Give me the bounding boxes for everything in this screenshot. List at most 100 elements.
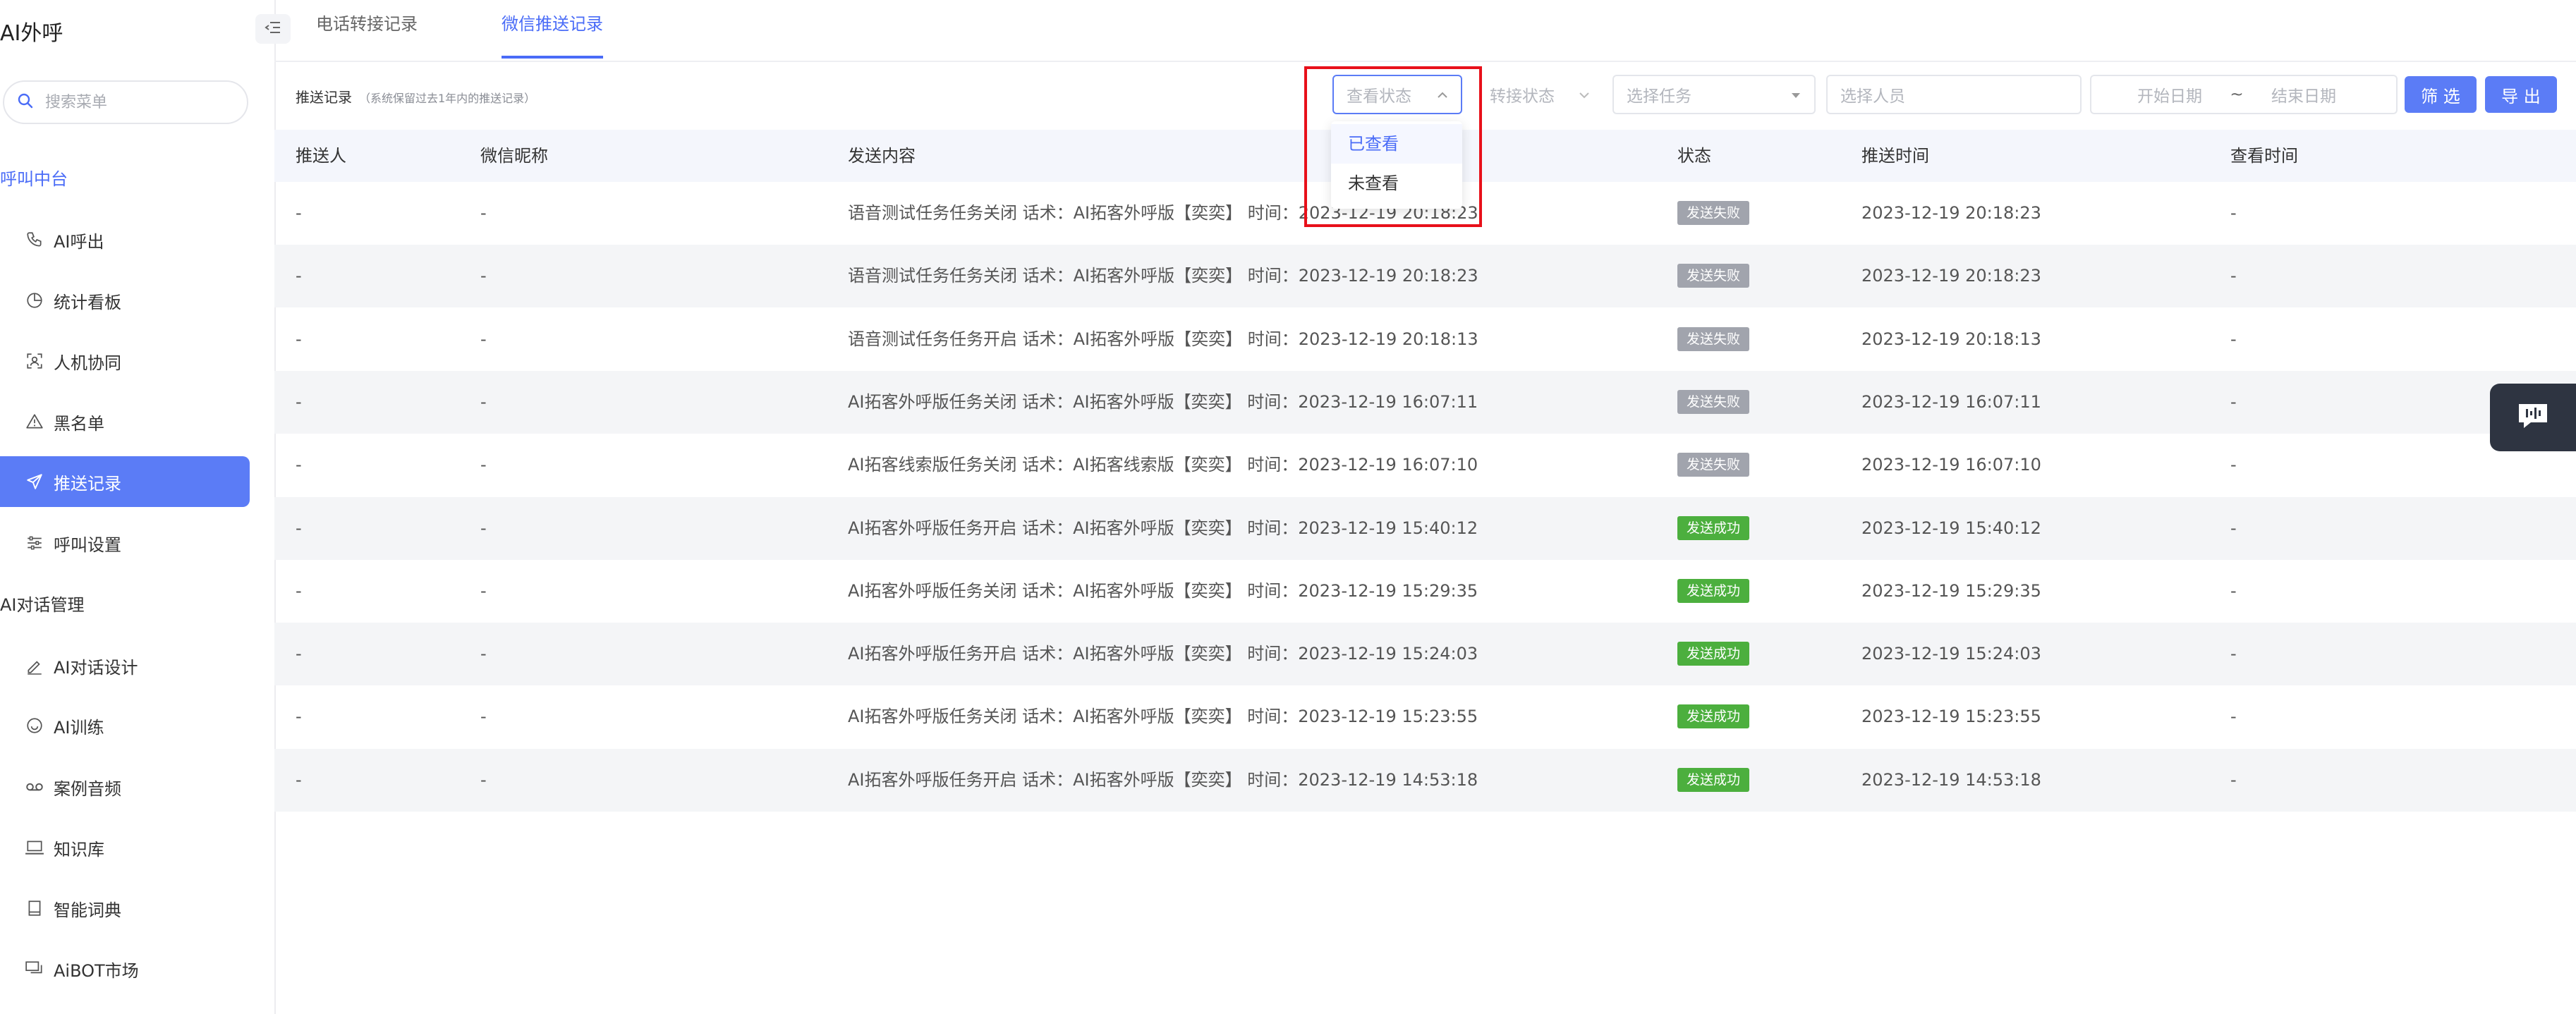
cell-content: AI拓客外呼版任务关闭 话术：AI拓客外呼版【奕奕】 时间：2023-12-19… (848, 707, 1478, 726)
transfer-status-select[interactable]: 转接状态 (1477, 75, 1603, 114)
tab-wechat-push-records[interactable]: 微信推送记录 (502, 10, 603, 59)
cell-pusher: - (296, 203, 302, 223)
chat-support-icon (2517, 402, 2549, 433)
view-status-select[interactable]: 查看状态 (1332, 75, 1462, 114)
cell-view-time: - (2230, 770, 2237, 790)
column-header-view-time: 查看时间 (2230, 146, 2298, 166)
cell-nickname: - (480, 266, 487, 286)
cell-nickname: - (480, 455, 487, 475)
section-title: 推送记录 （系统保留过去1年内的推送记录） (296, 86, 535, 106)
sidebar-item-label: AI训练 (54, 717, 104, 738)
menu-search-input[interactable] (44, 92, 223, 112)
filter-button[interactable]: 筛 选 (2405, 76, 2477, 113)
sidebar-item-aibot-market[interactable]: AiBOT市场 (0, 943, 250, 994)
floating-support-button[interactable] (2490, 384, 2576, 451)
cell-content: AI拓客外呼版任务关闭 话术：AI拓客外呼版【奕奕】 时间：2023-12-19… (848, 581, 1478, 601)
sidebar-item-knowledge-base[interactable]: 知识库 (0, 822, 250, 873)
column-header-push-time: 推送时间 (1861, 146, 1929, 166)
tab-call-transfer-records[interactable]: 电话转接记录 (316, 10, 418, 56)
dropdown-option-not-viewed[interactable]: 未查看 (1331, 164, 1462, 203)
sidebar-item-label: AI呼出 (54, 231, 104, 252)
cell-content: AI拓客外呼版任务开启 话术：AI拓客外呼版【奕奕】 时间：2023-12-19… (848, 518, 1478, 538)
task-select[interactable]: 选择任务 (1612, 75, 1816, 114)
status-badge: 发送成功 (1677, 516, 1750, 540)
sidebar-item-push-records[interactable]: 推送记录 (0, 456, 250, 507)
group-title-call-center[interactable]: 呼叫中台 (0, 165, 68, 190)
cell-view-time: - (2230, 455, 2237, 475)
sidebar-item-case-audio[interactable]: 案例音频 (0, 762, 250, 812)
end-date-input[interactable]: 结束日期 (2251, 83, 2357, 106)
sidebar-item-blacklist[interactable]: 黑名单 (0, 396, 250, 447)
cell-push-time: 2023-12-19 15:24:03 (1861, 644, 2041, 664)
sidebar-item-label: AI对话设计 (54, 657, 138, 678)
status-badge: 发送成功 (1677, 768, 1750, 792)
cell-nickname: - (480, 392, 487, 412)
status-badge: 发送失败 (1677, 390, 1750, 414)
group-title-ai-dialog[interactable]: AI对话管理 (0, 591, 85, 616)
status-badge: 发送失败 (1677, 264, 1750, 288)
cell-pusher: - (296, 644, 302, 664)
export-button[interactable]: 导 出 (2485, 76, 2557, 113)
cell-nickname: - (480, 329, 487, 349)
caret-down-icon (1790, 85, 1802, 104)
cell-nickname: - (480, 707, 487, 726)
cell-push-time: 2023-12-19 16:07:10 (1861, 455, 2041, 475)
cell-push-time: 2023-12-19 20:18:23 (1861, 203, 2041, 223)
chevron-up-icon (1437, 85, 1448, 104)
pen-icon (24, 655, 45, 676)
book-icon (24, 898, 45, 919)
sidebar-item-human-ai[interactable]: 人机协同 (0, 336, 250, 386)
column-header-nickname: 微信昵称 (480, 146, 548, 166)
cell-view-time: - (2230, 329, 2237, 349)
menu-search[interactable] (3, 80, 248, 124)
sidebar-item-stats-board[interactable]: 统计看板 (0, 275, 250, 326)
record-tabs: 电话转接记录 微信推送记录 (274, 0, 2576, 62)
section-title-label: 推送记录 (296, 89, 352, 106)
date-range-picker[interactable]: 开始日期 ~ 结束日期 (2090, 75, 2398, 114)
cell-content: AI拓客线索版任务关闭 话术：AI拓客线索版【奕奕】 时间：2023-12-19… (848, 455, 1478, 475)
pie-chart-icon (24, 290, 45, 311)
sidebar-item-ai-training[interactable]: AI训练 (0, 700, 250, 751)
cell-push-time: 2023-12-19 16:07:11 (1861, 392, 2041, 412)
table-row: - - 语音测试任务任务开启 话术：AI拓客外呼版【奕奕】 时间：2023-12-1… (274, 308, 2576, 371)
sidebar-item-label: 统计看板 (54, 292, 121, 312)
cell-content: 语音测试任务任务开启 话术：AI拓客外呼版【奕奕】 时间：2023-12-19 … (848, 329, 1478, 349)
cell-view-time: - (2230, 707, 2237, 726)
task-placeholder: 选择任务 (1627, 87, 1691, 106)
person-select[interactable]: 选择人员 (1826, 75, 2082, 114)
sidebar: AI外呼 呼叫中台 AI呼出 统计看板 人机协同 黑名单 推送记录 (0, 0, 276, 1014)
app-title: AI外呼 (0, 21, 63, 46)
cell-push-time: 2023-12-19 15:23:55 (1861, 707, 2041, 726)
sidebar-item-call-settings[interactable]: 呼叫设置 (0, 518, 250, 568)
cell-content: 语音测试任务任务关闭 话术：AI拓客外呼版【奕奕】 时间：2023-12-19 … (848, 266, 1478, 286)
table-row: - - 语音测试任务任务关闭 话术：AI拓客外呼版【奕奕】 时间：2023-12-1… (274, 245, 2576, 307)
cell-push-time: 2023-12-19 15:29:35 (1861, 581, 2041, 601)
sidebar-item-label: 知识库 (54, 839, 104, 860)
table-row: - - AI拓客外呼版任务开启 话术：AI拓客外呼版【奕奕】 时间：2023-12-… (274, 749, 2576, 812)
cell-view-time: - (2230, 644, 2237, 664)
cell-nickname: - (480, 644, 487, 664)
cell-content: AI拓客外呼版任务开启 话术：AI拓客外呼版【奕奕】 时间：2023-12-19… (848, 770, 1478, 790)
table-row: - - AI拓客外呼版任务关闭 话术：AI拓客外呼版【奕奕】 时间：2023-12-… (274, 560, 2576, 623)
cell-content: AI拓客外呼版任务开启 话术：AI拓客外呼版【奕奕】 时间：2023-12-19… (848, 644, 1478, 664)
collapse-sidebar-button[interactable] (255, 14, 291, 44)
start-date-input[interactable]: 开始日期 (2117, 83, 2223, 106)
menu-fold-icon (265, 20, 281, 38)
dropdown-option-viewed[interactable]: 已查看 (1331, 124, 1462, 164)
cell-view-time: - (2230, 203, 2237, 223)
sidebar-item-ai-outbound[interactable]: AI呼出 (0, 214, 250, 265)
date-separator: ~ (2230, 85, 2244, 104)
table-row: - - AI拓客外呼版任务开启 话术：AI拓客外呼版【奕奕】 时间：2023-12-… (274, 497, 2576, 560)
cell-nickname: - (480, 518, 487, 538)
cell-view-time: - (2230, 266, 2237, 286)
sidebar-item-ai-dialog-design[interactable]: AI对话设计 (0, 640, 250, 691)
sidebar-item-label: 黑名单 (54, 413, 104, 434)
retention-note: （系统保留过去1年内的推送记录） (359, 92, 536, 105)
transfer-status-placeholder: 转接状态 (1490, 87, 1555, 106)
sidebar-item-smart-dictionary[interactable]: 智能词典 (0, 883, 250, 934)
search-icon (17, 92, 34, 112)
status-badge: 发送成功 (1677, 642, 1750, 666)
column-header-status: 状态 (1677, 146, 1711, 166)
cell-pusher: - (296, 455, 302, 475)
column-header-pusher: 推送人 (296, 146, 346, 166)
